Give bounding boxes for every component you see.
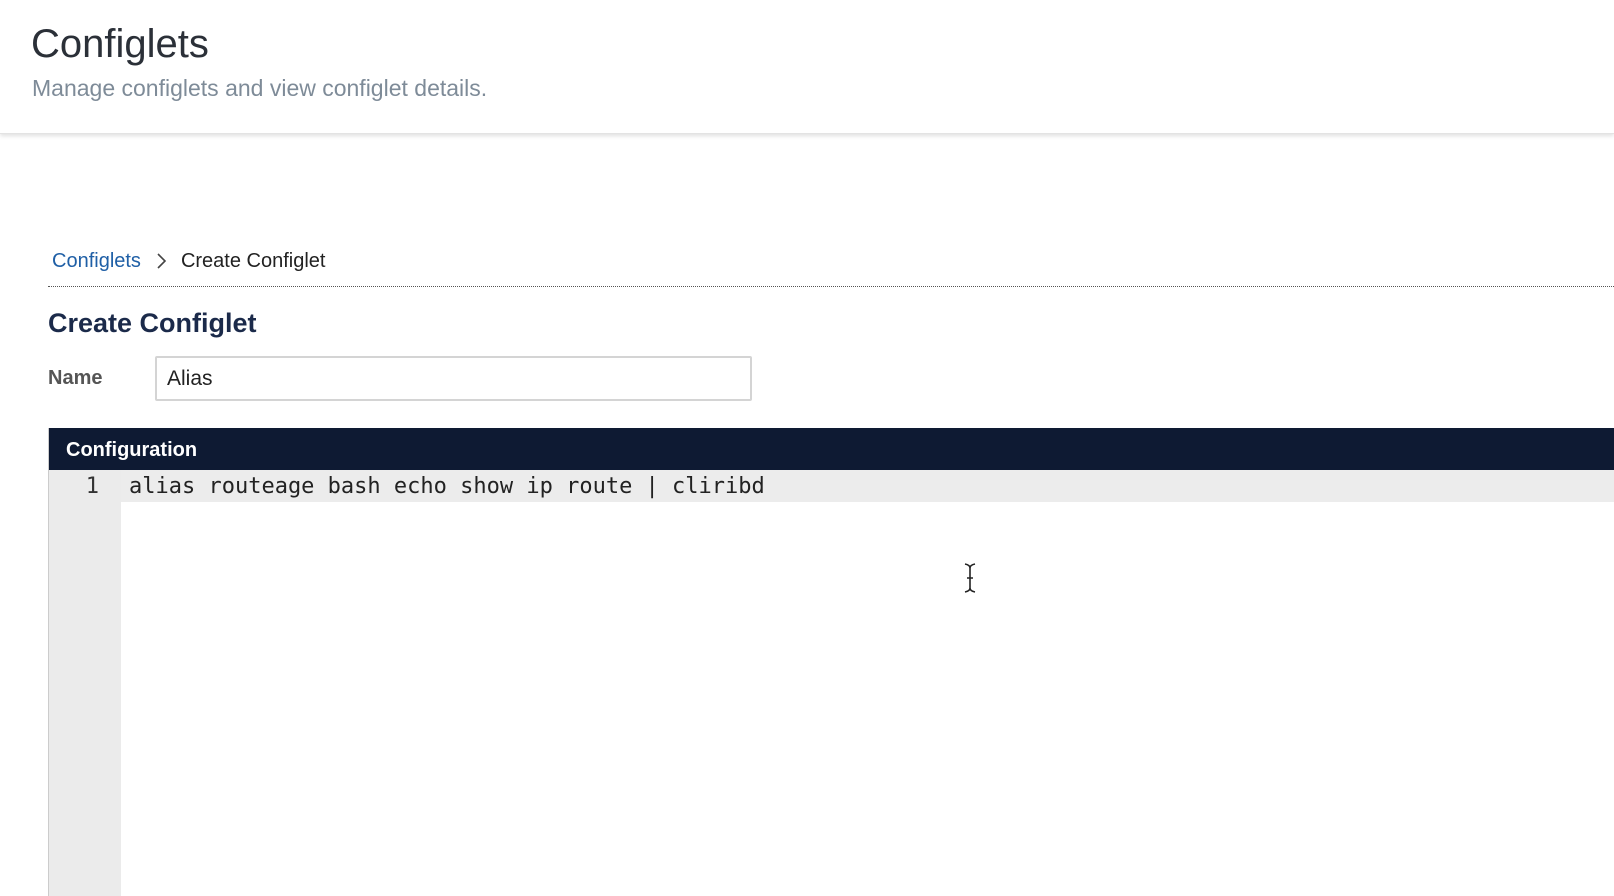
page-title: Configlets: [31, 22, 209, 66]
line-number: 1: [85, 474, 99, 499]
configuration-header: Configuration: [49, 428, 1614, 470]
breadcrumb-divider: [48, 286, 1614, 287]
code-editor[interactable]: 1 alias routeage bash echo show ip route…: [49, 470, 1614, 896]
code-line[interactable]: alias routeage bash echo show ip route |…: [129, 473, 765, 501]
text-cursor-icon: [962, 562, 978, 599]
breadcrumb-current: Create Configlet: [180, 249, 326, 272]
page-subtitle: Manage configlets and view configlet det…: [32, 75, 488, 101]
page-header: Configlets Manage configlets and view co…: [0, 0, 1614, 134]
breadcrumb-configlets-link[interactable]: Configlets: [52, 250, 141, 273]
breadcrumb: Configlets Create Configlet: [52, 247, 325, 275]
name-input[interactable]: [155, 356, 752, 401]
configuration-panel: Configuration 1 alias routeage bash echo…: [48, 428, 1614, 896]
line-number-gutter: 1: [49, 470, 121, 896]
name-label: Name: [48, 367, 103, 389]
chevron-right-icon: [155, 247, 169, 275]
form-title: Create Configlet: [48, 308, 257, 338]
